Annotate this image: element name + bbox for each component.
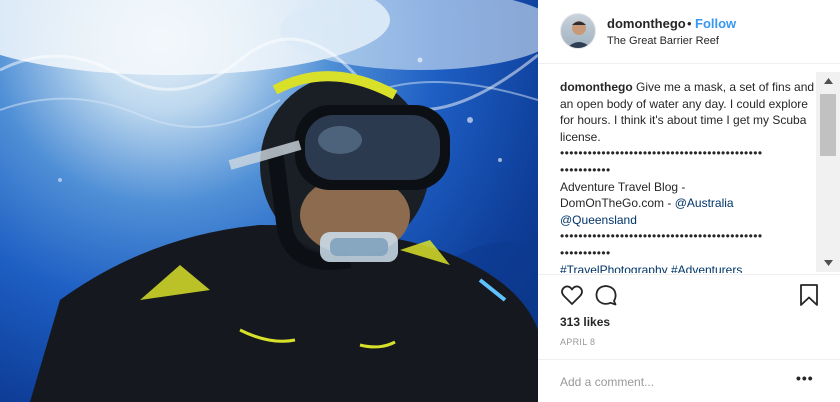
location-link[interactable]: The Great Barrier Reef xyxy=(607,35,719,47)
caption-text: domonthego Give me a mask, a set of fins… xyxy=(560,79,818,273)
post-actions: 313 likes APRIL 8 ••• xyxy=(538,274,840,402)
more-options-button[interactable]: ••• xyxy=(796,370,814,386)
caption-area: domonthego Give me a mask, a set of fins… xyxy=(538,65,840,273)
comment-input[interactable] xyxy=(560,372,780,392)
chevron-up-icon[interactable] xyxy=(816,72,840,90)
chevron-down-icon[interactable] xyxy=(816,254,840,272)
header-username[interactable]: domonthego xyxy=(607,16,686,31)
post-header: domonthego • Follow The Great Barrier Re… xyxy=(538,0,840,64)
caption-scrollbar[interactable] xyxy=(816,72,840,272)
blog-line-1: Adventure Travel Blog - xyxy=(560,179,686,194)
hashtag-travelphotography[interactable]: #TravelPhotography xyxy=(560,263,668,273)
comment-box: ••• xyxy=(538,359,840,402)
caption-dots-4: ••••••••••• xyxy=(560,245,611,260)
avatar-image-icon xyxy=(566,21,592,48)
post-photo[interactable] xyxy=(0,0,538,402)
caption-dots-3: ••••••••••••••••••••••••••••••••••••••••… xyxy=(560,229,763,244)
heart-icon[interactable] xyxy=(560,283,584,307)
caption-dots-1: ••••••••••••••••••••••••••••••••••••••••… xyxy=(560,146,763,161)
post-date: APRIL 8 xyxy=(560,337,596,347)
scrollbar-thumb[interactable] xyxy=(820,94,836,156)
comment-icon[interactable] xyxy=(594,283,618,307)
mention-australia[interactable]: @Australia xyxy=(675,196,734,210)
hashtag-adventurers[interactable]: #Adventurers xyxy=(671,263,742,273)
blog-line-2: DomOnTheGo.com - xyxy=(560,196,675,211)
avatar[interactable] xyxy=(560,13,596,49)
caption-username[interactable]: domonthego xyxy=(560,80,633,94)
bookmark-icon[interactable] xyxy=(797,283,821,307)
likes-count[interactable]: 313 likes xyxy=(560,315,610,329)
photo-illustration xyxy=(0,0,538,402)
follow-button[interactable]: Follow xyxy=(695,16,736,31)
caption-dots-2: ••••••••••• xyxy=(560,162,611,177)
mention-queensland[interactable]: @Queensland xyxy=(560,213,637,227)
post-sidebar: domonthego • Follow The Great Barrier Re… xyxy=(538,0,840,402)
header-separator: • xyxy=(687,16,692,31)
